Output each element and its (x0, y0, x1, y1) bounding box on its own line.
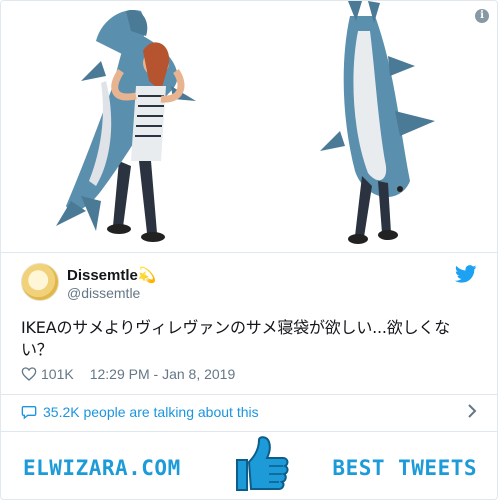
tweet-timestamp[interactable]: 12:29 PM - Jan 8, 2019 (90, 366, 236, 382)
conversation-link[interactable]: 35.2K people are talking about this (21, 401, 477, 423)
tweet-media[interactable]: i (1, 1, 497, 253)
shark-sleeping-bag-illustration (320, 1, 435, 244)
tweet-header: Dissemtle💫 @dissemtle (21, 263, 477, 303)
best-tweets-label: BEST TWEETS (332, 456, 477, 480)
tweet-meta: 101K 12:29 PM - Jan 8, 2019 (21, 364, 235, 384)
avatar[interactable] (21, 263, 59, 301)
author-badge-emoji: 💫 (137, 267, 157, 284)
photo-shark-sleeping-bag[interactable]: i (250, 1, 497, 252)
site-brand[interactable]: ELWIZARA.COM (23, 456, 181, 480)
chevron-right-icon (468, 404, 477, 418)
speech-bubble-icon (21, 406, 37, 420)
heart-icon[interactable] (21, 366, 37, 382)
info-icon[interactable]: i (475, 9, 489, 23)
twitter-bird-icon[interactable] (455, 265, 477, 283)
like-count[interactable]: 101K (41, 366, 74, 382)
tweet-text: IKEAのサメよりヴィレヴァンのサメ寝袋が欲しい...欲しくない？ (21, 318, 451, 359)
shark-hug-illustration (56, 10, 196, 242)
author-name[interactable]: Dissemtle💫 (67, 266, 157, 284)
photo-shark-hug[interactable] (1, 1, 250, 252)
branding-footer: ELWIZARA.COM BEST TWEETS (1, 432, 497, 499)
thumbs-up-icon (236, 436, 289, 491)
conversation-text: 35.2K people are talking about this (43, 404, 259, 420)
divider (1, 394, 497, 395)
author-handle[interactable]: @dissemtle (67, 285, 140, 301)
embedded-tweet-card: i Dissemtle💫 @dissemtle IKEAのサメよりヴィレヴァンの… (0, 0, 498, 500)
